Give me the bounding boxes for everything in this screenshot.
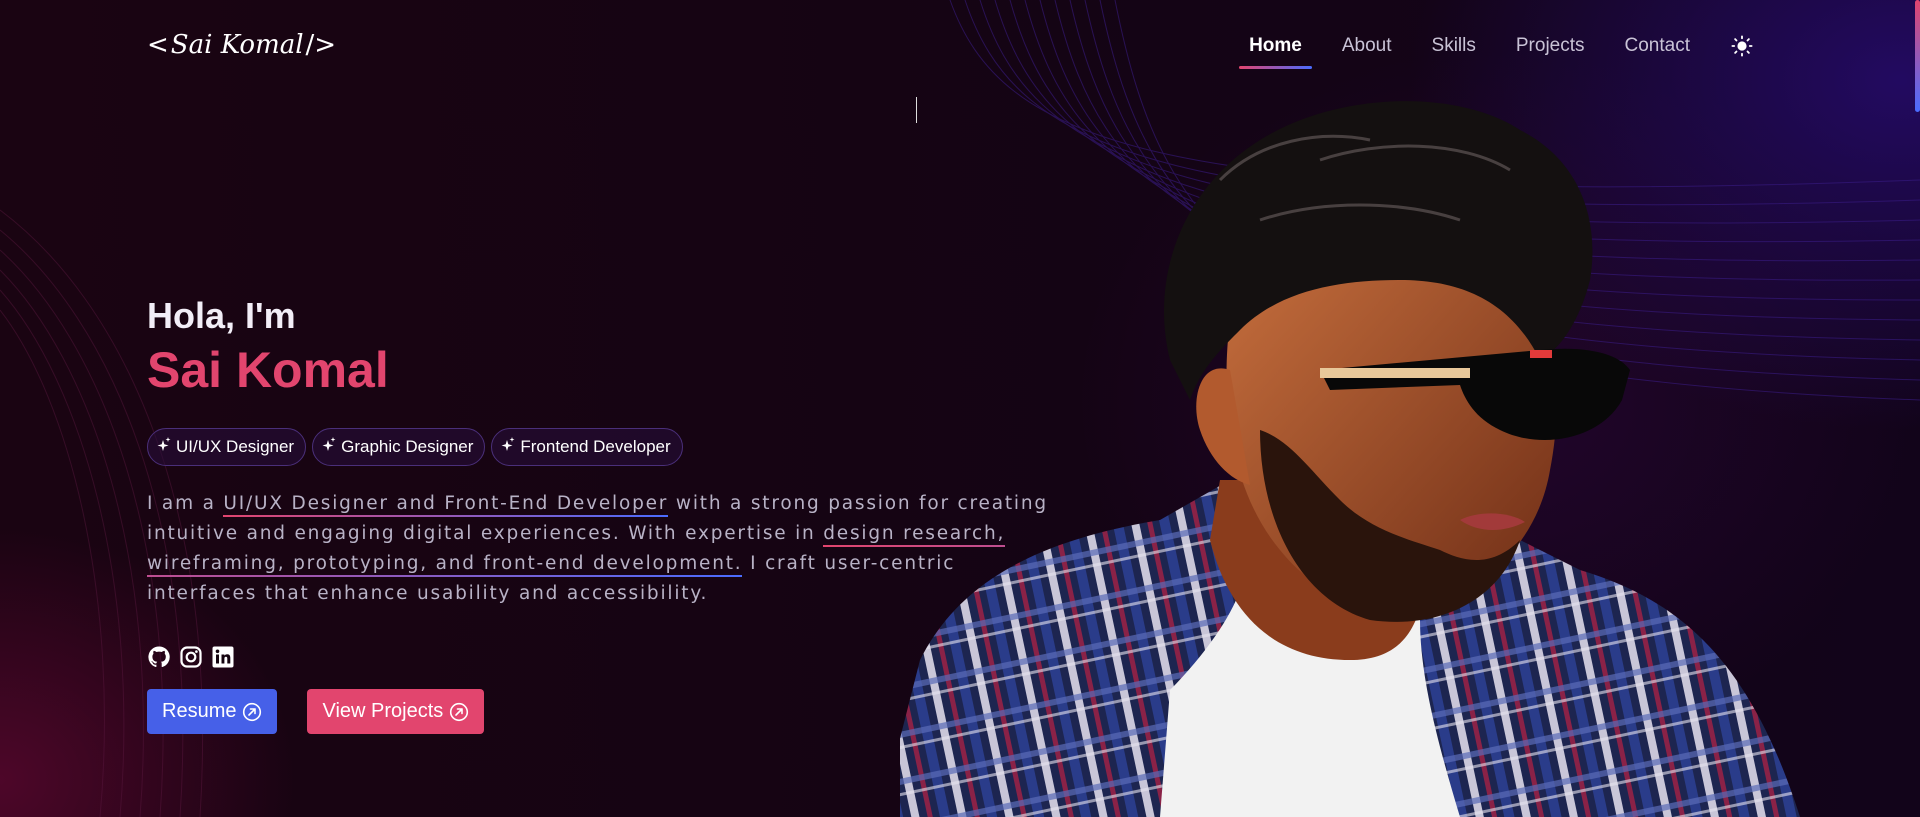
logo-signature: Sai Komal — [170, 30, 304, 60]
site-logo[interactable]: < Sai Komal /> — [147, 30, 336, 60]
sparkle-icon — [501, 436, 515, 458]
role-label: Frontend Developer — [520, 437, 671, 456]
resume-button[interactable]: Resume — [147, 689, 278, 734]
role-badges: UI/UX Designer Graphic Designer Frontend… — [147, 428, 1067, 466]
role-label: Graphic Designer — [341, 437, 474, 456]
arrow-up-right-icon — [242, 702, 262, 722]
bio-highlight: UI/UX Designer and Front-End Developer — [223, 493, 669, 517]
sun-icon[interactable] — [1730, 34, 1754, 58]
nav-skills[interactable]: Skills — [1432, 35, 1476, 57]
github-icon[interactable] — [147, 645, 171, 669]
view-projects-button[interactable]: View Projects — [307, 689, 485, 734]
nav-about[interactable]: About — [1342, 35, 1392, 57]
social-links — [147, 645, 1067, 669]
linkedin-icon[interactable] — [211, 645, 235, 669]
hero-name: Sai Komal — [147, 342, 389, 398]
sparkle-icon — [157, 436, 171, 458]
text-cursor — [916, 97, 917, 123]
role-badge: UI/UX Designer — [147, 428, 307, 466]
resume-button-label: Resume — [162, 700, 237, 722]
hero-section: Hola, I'm Sai Komal UI/UX Designer Graph… — [147, 293, 1067, 734]
role-label: UI/UX Designer — [176, 437, 295, 456]
logo-close-bracket: /> — [305, 30, 337, 60]
nav-projects[interactable]: Projects — [1516, 35, 1585, 57]
role-badge: Graphic Designer — [312, 428, 486, 466]
sparkle-icon — [322, 436, 336, 458]
instagram-icon[interactable] — [179, 645, 203, 669]
bio-text: I am a — [147, 493, 224, 514]
logo-open-bracket: < — [147, 30, 169, 60]
nav-home[interactable]: Home — [1239, 35, 1312, 69]
arrow-up-right-icon — [449, 702, 469, 722]
role-badge: Frontend Developer — [491, 428, 683, 466]
hero-bio: I am a UI/UX Designer and Front-End Deve… — [147, 489, 1067, 609]
hero-greeting: Hola, I'm — [147, 295, 296, 336]
main-nav: Home About Skills Projects Contact — [1239, 34, 1754, 69]
nav-contact[interactable]: Contact — [1625, 35, 1690, 57]
hero-actions: Resume View Projects — [147, 689, 1067, 734]
view-projects-button-label: View Projects — [322, 700, 444, 722]
page-scrollbar[interactable] — [1915, 0, 1920, 112]
